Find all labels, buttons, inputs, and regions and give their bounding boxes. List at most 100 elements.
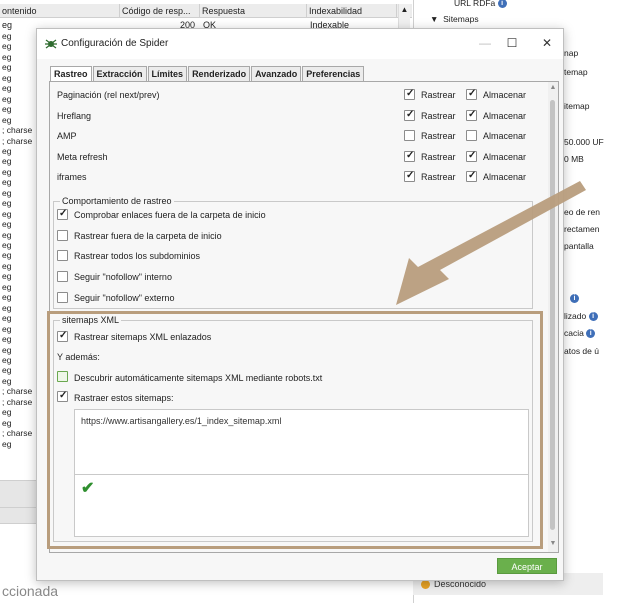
table-row[interactable]: eg [0, 376, 11, 386]
tab-renderizado[interactable]: Renderizado [188, 66, 251, 81]
table-row[interactable]: eg [0, 439, 11, 449]
col-header-response[interactable]: Respuesta [200, 4, 307, 17]
table-row[interactable]: eg [0, 73, 11, 83]
behavior-option-label: Seguir "nofollow" interno [74, 272, 172, 283]
overview-item[interactable]: lizado i [564, 311, 598, 322]
scroll-thumb[interactable] [550, 100, 555, 530]
maximize-button[interactable]: ☐ [502, 35, 522, 51]
table-row[interactable]: ; charse [0, 397, 32, 407]
table-row[interactable]: eg [0, 62, 11, 72]
behavior-checkbox[interactable] [57, 291, 68, 303]
overview-item-sitemaps[interactable]: ▼ Sitemaps [430, 14, 479, 24]
table-row[interactable]: eg [0, 282, 11, 292]
status-dot-icon [421, 580, 430, 590]
tab-extraccion[interactable]: Extracción [92, 66, 147, 81]
almacenar-checkbox[interactable] [466, 109, 477, 121]
minimize-button[interactable]: — [475, 35, 495, 51]
overview-item[interactable]: itemap [564, 101, 590, 111]
accept-button[interactable]: Aceptar [497, 558, 557, 574]
table-row[interactable]: eg [0, 418, 11, 428]
info-icon[interactable]: i [570, 293, 579, 304]
almacenar-checkbox[interactable] [466, 170, 477, 183]
behavior-checkbox[interactable] [57, 271, 68, 283]
table-row[interactable]: eg [0, 198, 11, 208]
info-icon[interactable]: i [497, 0, 507, 9]
close-button[interactable]: ✕ [537, 35, 557, 51]
table-row[interactable]: eg [0, 230, 11, 240]
table-row[interactable]: eg [0, 303, 11, 313]
table-row[interactable]: eg [0, 271, 11, 281]
table-row[interactable]: eg [0, 313, 11, 323]
overview-item[interactable]: cacia i [564, 328, 596, 339]
scroll-up-icon[interactable]: ▲ [548, 84, 558, 91]
almacenar-checkbox[interactable] [466, 88, 477, 100]
almacenar-label: Almacenar [483, 90, 527, 100]
table-row[interactable]: eg [0, 407, 11, 417]
table-row[interactable]: eg [0, 83, 11, 93]
col-header-content[interactable]: ontenido [0, 4, 120, 17]
col-header-indexability[interactable]: Indexabilidad [307, 4, 397, 17]
spider-app-icon [45, 39, 57, 49]
overview-item[interactable]: nap [564, 48, 578, 58]
sitemaps-highlight-box [47, 311, 543, 549]
overview-item[interactable]: rectamen [564, 224, 599, 234]
tab-avanzado[interactable]: Avanzado [251, 66, 302, 81]
rastrear-checkbox[interactable] [404, 130, 415, 142]
overview-item[interactable]: 50.000 UF [564, 137, 604, 147]
table-row[interactable]: eg [0, 115, 11, 125]
table-row[interactable]: eg [0, 345, 11, 355]
table-row[interactable]: eg [0, 219, 11, 229]
behavior-option-label: Comprobar enlaces fuera de la carpeta de… [74, 210, 266, 220]
behavior-checkbox[interactable] [57, 229, 68, 241]
table-row[interactable]: eg [0, 250, 11, 260]
rastrear-checkbox[interactable] [404, 109, 415, 121]
overview-item[interactable]: temap [564, 67, 588, 77]
table-row[interactable]: eg [0, 209, 11, 219]
almacenar-checkbox[interactable] [466, 150, 477, 162]
dialog-titlebar[interactable]: Configuración de Spider — ☐ ✕ [37, 29, 563, 59]
table-row[interactable]: eg [0, 177, 11, 187]
behavior-checkbox[interactable] [57, 208, 68, 220]
tab-preferencias[interactable]: Preferencias [302, 66, 365, 81]
table-row[interactable]: eg [0, 52, 11, 62]
rastrear-checkbox[interactable] [404, 88, 415, 100]
table-row[interactable]: eg [0, 167, 11, 177]
table-row[interactable]: eg [0, 31, 11, 41]
scroll-up-icon[interactable]: ▲ [399, 4, 410, 16]
table-row[interactable]: eg [0, 41, 11, 51]
table-row[interactable]: eg [0, 146, 11, 156]
table-row[interactable]: eg [0, 188, 11, 198]
table-row[interactable]: eg [0, 324, 11, 334]
rastrear-checkbox[interactable] [404, 170, 415, 183]
table-row[interactable]: ; charse [0, 136, 32, 146]
info-icon[interactable]: i [588, 312, 598, 322]
info-icon[interactable]: i [586, 329, 596, 339]
table-row[interactable]: ; charse [0, 125, 32, 135]
almacenar-checkbox[interactable] [466, 130, 477, 142]
rastrear-label: Rastrear [421, 172, 456, 183]
behavior-checkbox[interactable] [57, 250, 68, 262]
overview-item[interactable]: eo de ren [564, 207, 600, 217]
table-row[interactable]: eg [0, 365, 11, 375]
table-row[interactable]: eg [0, 292, 11, 302]
table-row[interactable]: eg [0, 156, 11, 166]
table-row[interactable]: eg [0, 240, 11, 250]
table-row[interactable]: eg [0, 104, 11, 114]
table-row[interactable]: eg [0, 355, 11, 365]
table-row[interactable]: ; charse [0, 428, 32, 438]
table-row[interactable]: eg [0, 94, 11, 104]
scroll-down-icon[interactable]: ▼ [548, 540, 558, 547]
overview-item[interactable]: 0 MB [564, 154, 584, 164]
tab-limites[interactable]: Límites [147, 66, 188, 81]
crawl-option-label: AMP [57, 131, 77, 142]
tab-rastreo[interactable]: Rastreo [50, 66, 92, 82]
overview-item-rdfa[interactable]: URL RDFa i [454, 0, 507, 9]
col-header-status-code[interactable]: Código de resp... [120, 4, 200, 17]
overview-item[interactable]: pantalla [564, 241, 594, 251]
panel-scrollbar[interactable]: ▲ ▼ [548, 82, 558, 552]
overview-item[interactable]: atos de ú [564, 346, 599, 356]
rastrear-checkbox[interactable] [404, 150, 415, 162]
table-row[interactable]: eg [0, 261, 11, 271]
table-row[interactable]: ; charse [0, 386, 32, 396]
table-row[interactable]: eg [0, 334, 11, 344]
